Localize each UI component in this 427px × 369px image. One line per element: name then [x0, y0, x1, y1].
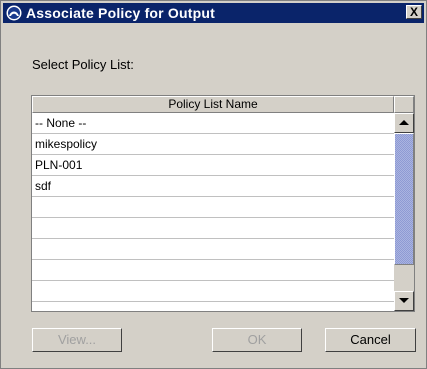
table-row[interactable]: mikespolicy: [32, 134, 394, 155]
table-row[interactable]: -- None --: [32, 113, 394, 134]
window-title: Associate Policy for Output: [26, 5, 215, 21]
ok-button[interactable]: OK: [212, 328, 302, 352]
table-row[interactable]: [32, 218, 394, 239]
title-bar[interactable]: Associate Policy for Output X: [3, 3, 424, 23]
close-button[interactable]: X: [406, 5, 422, 19]
table-row[interactable]: [32, 239, 394, 260]
table-row[interactable]: sdf: [32, 176, 394, 197]
arrow-down-icon: [399, 298, 409, 303]
scroll-down-button[interactable]: [394, 291, 414, 311]
associate-policy-dialog: Associate Policy for Output X Select Pol…: [0, 0, 427, 369]
cancel-button[interactable]: Cancel: [325, 328, 416, 352]
header-corner: [394, 96, 414, 113]
view-button[interactable]: View...: [32, 328, 122, 352]
vertical-scrollbar[interactable]: [394, 113, 414, 311]
scroll-up-button[interactable]: [394, 113, 414, 133]
scroll-thumb[interactable]: [394, 133, 414, 265]
column-header-policy-list-name[interactable]: Policy List Name: [32, 96, 394, 113]
arrow-up-icon: [399, 120, 409, 125]
policy-list-table: Policy List Name -- None -- mikespolicy …: [31, 95, 415, 312]
select-policy-list-label: Select Policy List:: [32, 57, 134, 72]
table-row[interactable]: [32, 281, 394, 302]
app-logo-icon: [6, 5, 22, 21]
table-row[interactable]: [32, 260, 394, 281]
table-row[interactable]: [32, 197, 394, 218]
table-row[interactable]: PLN-001: [32, 155, 394, 176]
policy-list-rows: -- None -- mikespolicy PLN-001 sdf: [32, 113, 394, 311]
